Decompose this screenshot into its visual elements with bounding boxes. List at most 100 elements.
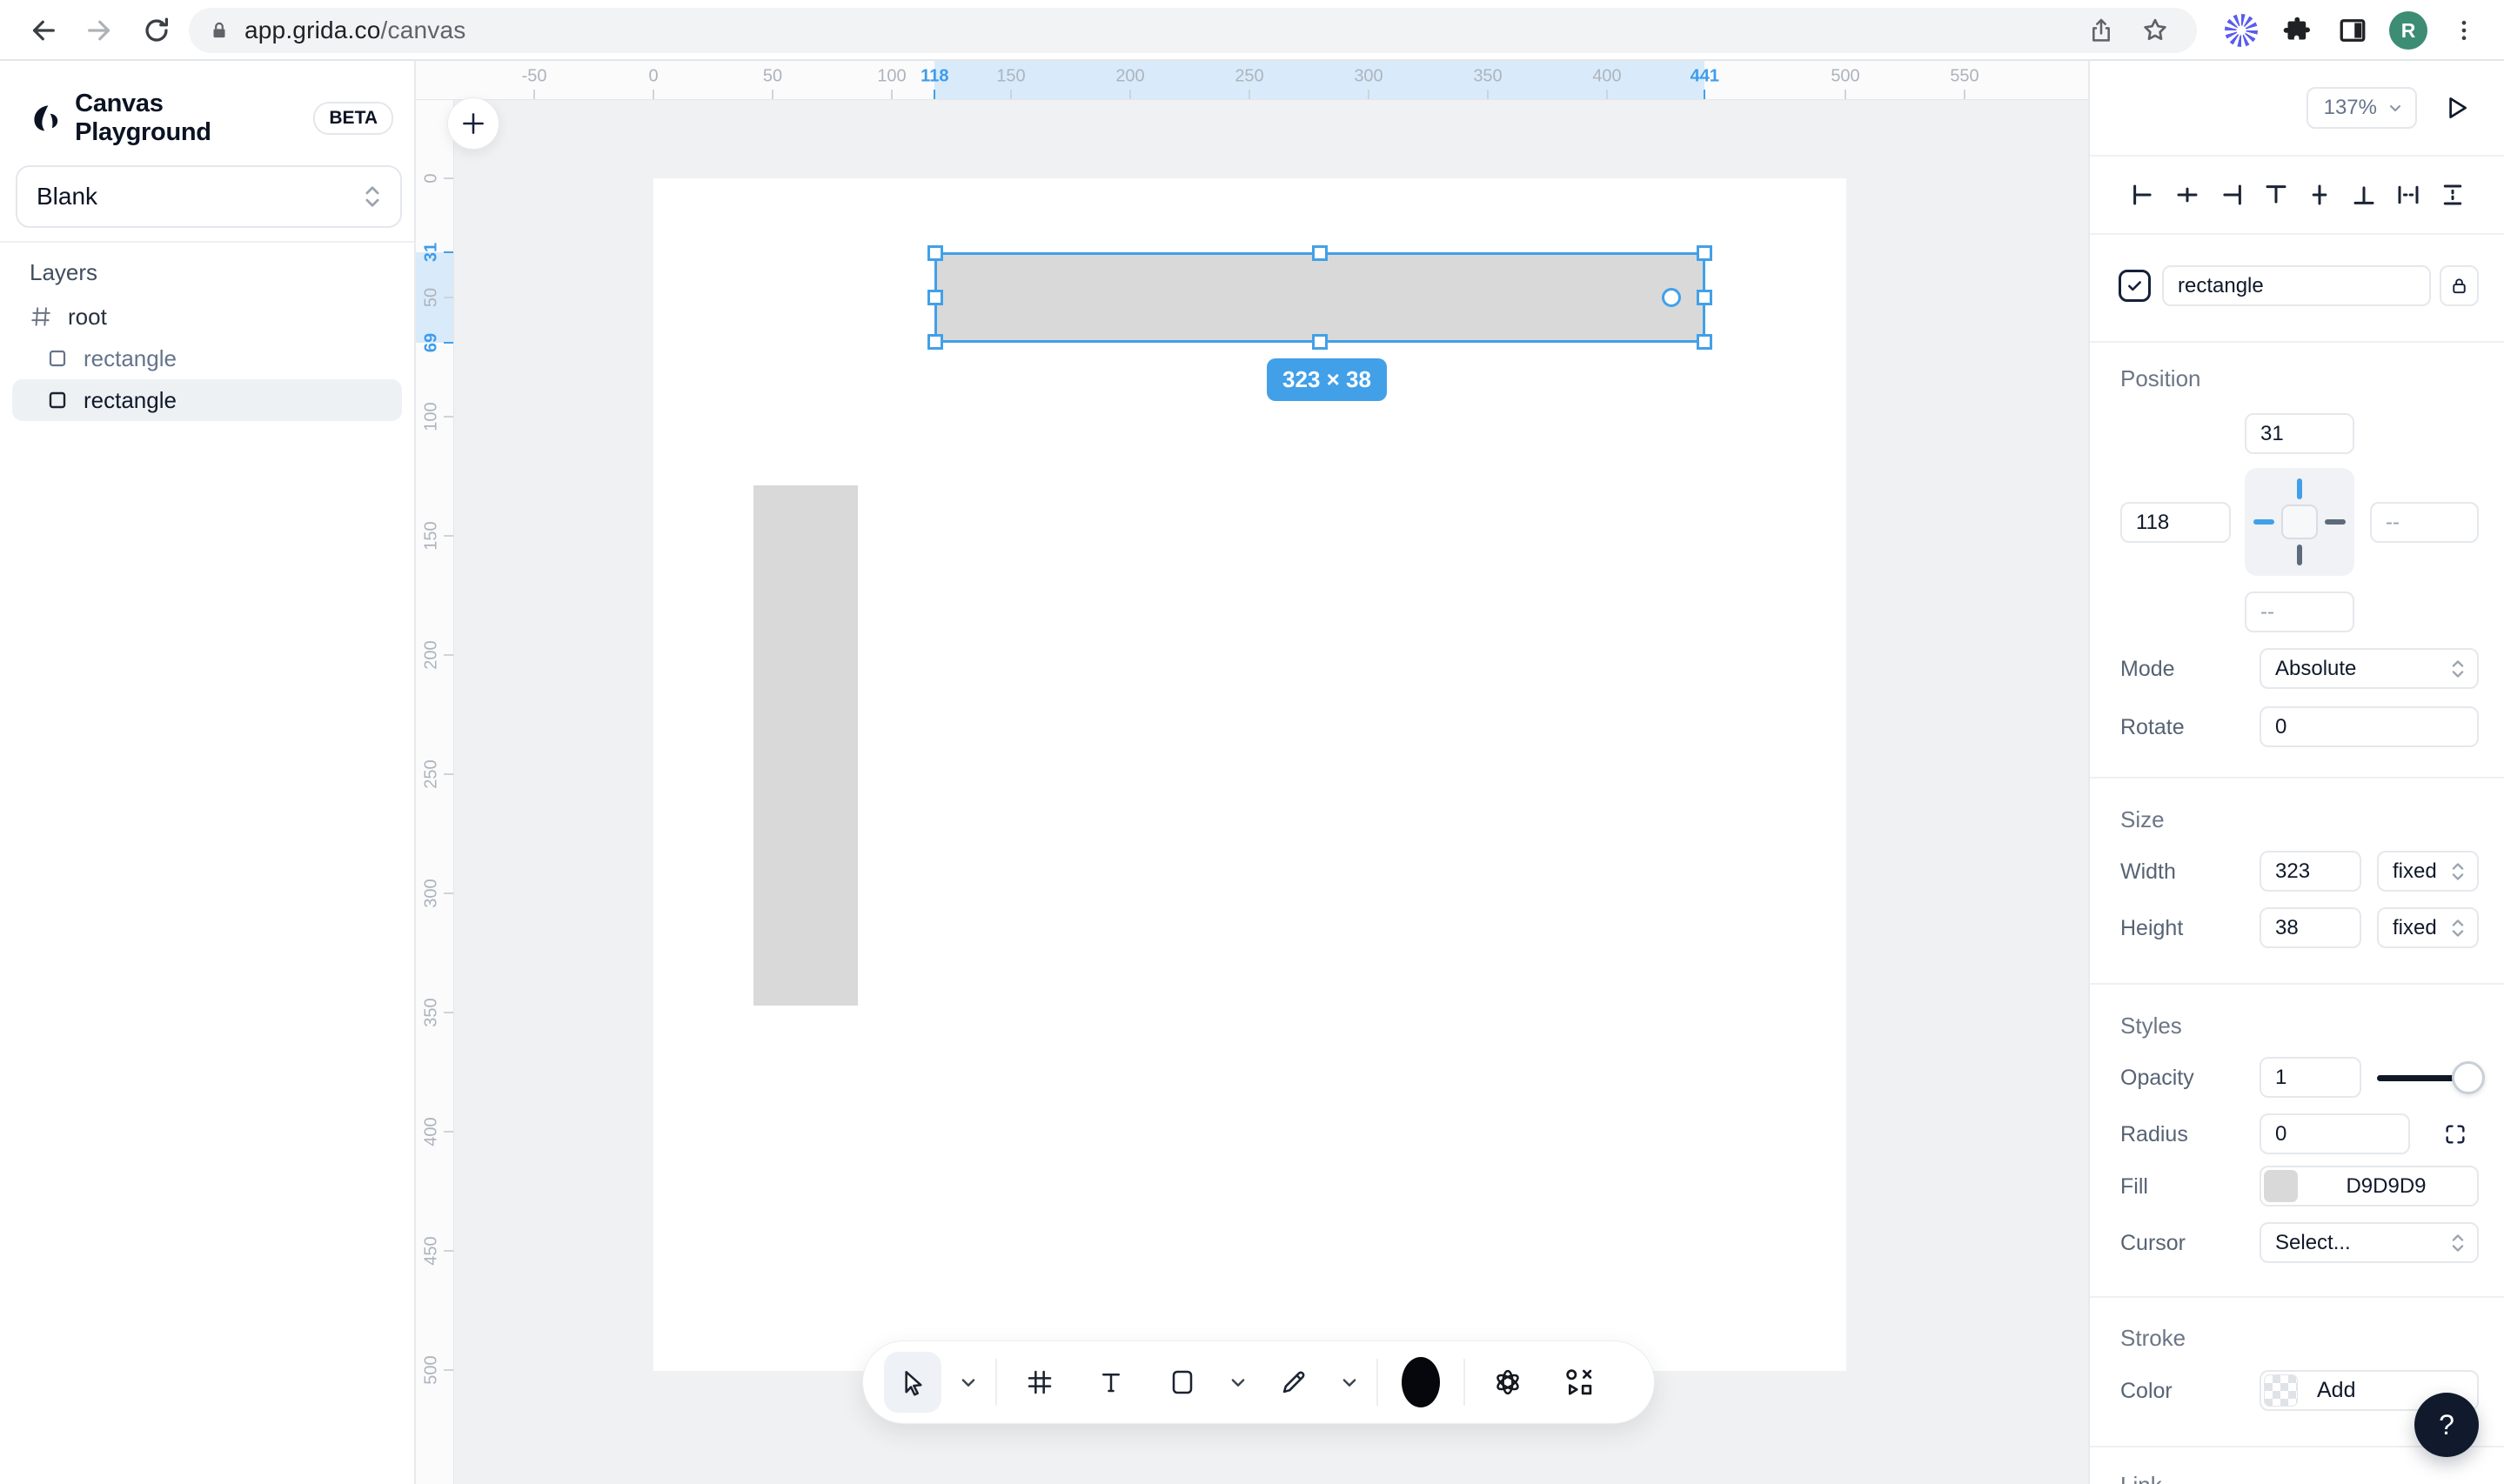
brush-color-button[interactable]	[1392, 1352, 1450, 1413]
browser-forward-button[interactable]	[75, 6, 124, 55]
anchor-top-bar[interactable]	[2297, 478, 2302, 499]
opacity-input[interactable]	[2260, 1057, 2361, 1098]
cursor-tool-menu-button[interactable]	[955, 1352, 981, 1413]
ruler-tick	[772, 90, 773, 99]
ruler-tick	[1964, 90, 1965, 99]
selected-shape-rectangle[interactable]	[927, 245, 1712, 350]
link-heading: Link	[2120, 1472, 2162, 1484]
ai-assistant-button[interactable]	[1479, 1352, 1537, 1413]
vertical-ruler[interactable]: 0 50 100 150 200 250 300 350 400 450 500 31 69	[416, 61, 454, 1484]
anchor-center-box[interactable]	[2281, 505, 2318, 539]
node-name-input[interactable]	[2162, 265, 2431, 306]
radius-per-corner-button[interactable]	[2436, 1115, 2474, 1153]
ruler-tick	[444, 773, 453, 775]
height-input[interactable]	[2260, 907, 2361, 948]
pinned-extension-button[interactable]	[2222, 11, 2260, 50]
opacity-slider[interactable]	[2377, 1061, 2485, 1094]
node-active-checkbox[interactable]	[2119, 270, 2151, 302]
align-vertical-center-button[interactable]	[2306, 182, 2333, 208]
mode-select[interactable]: Absolute	[2260, 648, 2479, 689]
align-top-button[interactable]	[2263, 182, 2289, 208]
selection-handle-s[interactable]	[1312, 334, 1328, 350]
share-button[interactable]	[2082, 11, 2120, 50]
rotate-input[interactable]	[2260, 706, 2479, 747]
play-button[interactable]	[2441, 93, 2471, 123]
address-bar[interactable]: app.grida.co/canvas	[189, 8, 2197, 53]
canvas-viewport[interactable]: 323 × 38 -50 0 50 100 150 200 250 300 350 400 500 5…	[416, 61, 2088, 1484]
width-input[interactable]	[2260, 851, 2361, 892]
pen-tool-button[interactable]	[1265, 1352, 1322, 1413]
fill-color-swatch[interactable]	[2264, 1170, 2298, 1202]
avatar-initial: R	[2400, 18, 2416, 42]
height-mode-select[interactable]: fixed	[2377, 907, 2479, 948]
corner-radius-handle[interactable]	[1662, 288, 1681, 307]
playground-widgets-button[interactable]	[1550, 1352, 1608, 1413]
selection-handle-n[interactable]	[1312, 245, 1328, 261]
opacity-slider-knob[interactable]	[2452, 1061, 2485, 1094]
width-mode-select[interactable]: fixed	[2377, 851, 2479, 892]
align-horizontal-center-icon	[2177, 187, 2198, 203]
align-right-button[interactable]	[2219, 182, 2245, 208]
align-left-button[interactable]	[2130, 182, 2156, 208]
hash-frame-icon	[1028, 1370, 1052, 1394]
browser-back-button[interactable]	[19, 6, 68, 55]
anchor-left-bar[interactable]	[2253, 519, 2274, 525]
distribute-horizontal-button[interactable]	[2395, 182, 2421, 208]
browser-menu-button[interactable]	[2445, 11, 2483, 50]
help-button[interactable]: ?	[2414, 1393, 2479, 1457]
shape-tool-button[interactable]	[1154, 1352, 1211, 1413]
width-mode-value: fixed	[2393, 859, 2437, 883]
align-horizontal-center-button[interactable]	[2174, 182, 2200, 208]
ruler-label: 250	[1235, 66, 1264, 86]
properties-panel: 137% Position	[2088, 61, 2504, 1484]
mode-label: Mode	[2120, 657, 2175, 681]
browser-profile-avatar[interactable]: R	[2389, 11, 2427, 50]
side-panel-button[interactable]	[2333, 11, 2372, 50]
layer-row-root[interactable]: root	[12, 296, 402, 338]
selection-handle-w[interactable]	[927, 290, 943, 305]
position-left-input[interactable]	[2120, 502, 2231, 543]
zoom-select[interactable]: 137%	[2306, 87, 2417, 129]
ruler-tick	[934, 90, 936, 99]
text-tool-button[interactable]	[1082, 1352, 1140, 1413]
selection-handle-sw[interactable]	[927, 334, 943, 350]
selection-handle-ne[interactable]	[1697, 245, 1712, 261]
anchor-bottom-bar[interactable]	[2297, 545, 2302, 565]
selection-handle-nw[interactable]	[927, 245, 943, 261]
ruler-tick	[444, 1012, 453, 1013]
canvas-toolbar	[862, 1340, 1655, 1424]
browser-refresh-button[interactable]	[132, 6, 181, 55]
cursor-tool-button[interactable]	[884, 1352, 941, 1413]
canvas-shape-rectangle[interactable]	[753, 485, 858, 1006]
position-top-input[interactable]	[2245, 413, 2354, 454]
anchor-right-bar[interactable]	[2325, 519, 2346, 525]
extensions-button[interactable]	[2278, 11, 2316, 50]
align-bottom-icon	[2353, 186, 2374, 204]
cursor-select[interactable]: Select...	[2260, 1222, 2479, 1263]
lock-button[interactable]	[2440, 265, 2479, 306]
layer-row-rectangle-1[interactable]: rectangle	[12, 338, 402, 379]
horizontal-ruler[interactable]: -50 0 50 100 150 200 250 300 350 400 500 550 118 441	[416, 61, 2088, 100]
refresh-icon	[145, 17, 169, 42]
position-bottom-input[interactable]	[2245, 592, 2354, 632]
align-bottom-button[interactable]	[2351, 182, 2377, 208]
selection-handle-se[interactable]	[1697, 334, 1712, 350]
layer-row-rectangle-2[interactable]: rectangle	[12, 379, 402, 421]
panel-divider	[2090, 983, 2504, 985]
black-ellipse-swatch	[1402, 1357, 1440, 1407]
distribute-vertical-button[interactable]	[2440, 182, 2466, 208]
ruler-label: 200	[1115, 66, 1145, 86]
shape-tool-menu-button[interactable]	[1225, 1352, 1251, 1413]
template-select[interactable]: Blank	[16, 165, 402, 228]
position-anchor-widget[interactable]	[2245, 468, 2354, 576]
position-right-input[interactable]	[2370, 502, 2479, 543]
radius-input[interactable]	[2260, 1113, 2410, 1154]
pen-tool-menu-button[interactable]	[1336, 1352, 1362, 1413]
fill-control[interactable]: D9D9D9	[2260, 1166, 2479, 1207]
selection-handle-e[interactable]	[1697, 290, 1712, 305]
ruler-label: 31	[421, 242, 441, 263]
add-node-button[interactable]	[447, 97, 499, 150]
frame-tool-button[interactable]	[1011, 1352, 1068, 1413]
pencil-icon	[1282, 1371, 1305, 1394]
bookmark-button[interactable]	[2136, 11, 2174, 50]
